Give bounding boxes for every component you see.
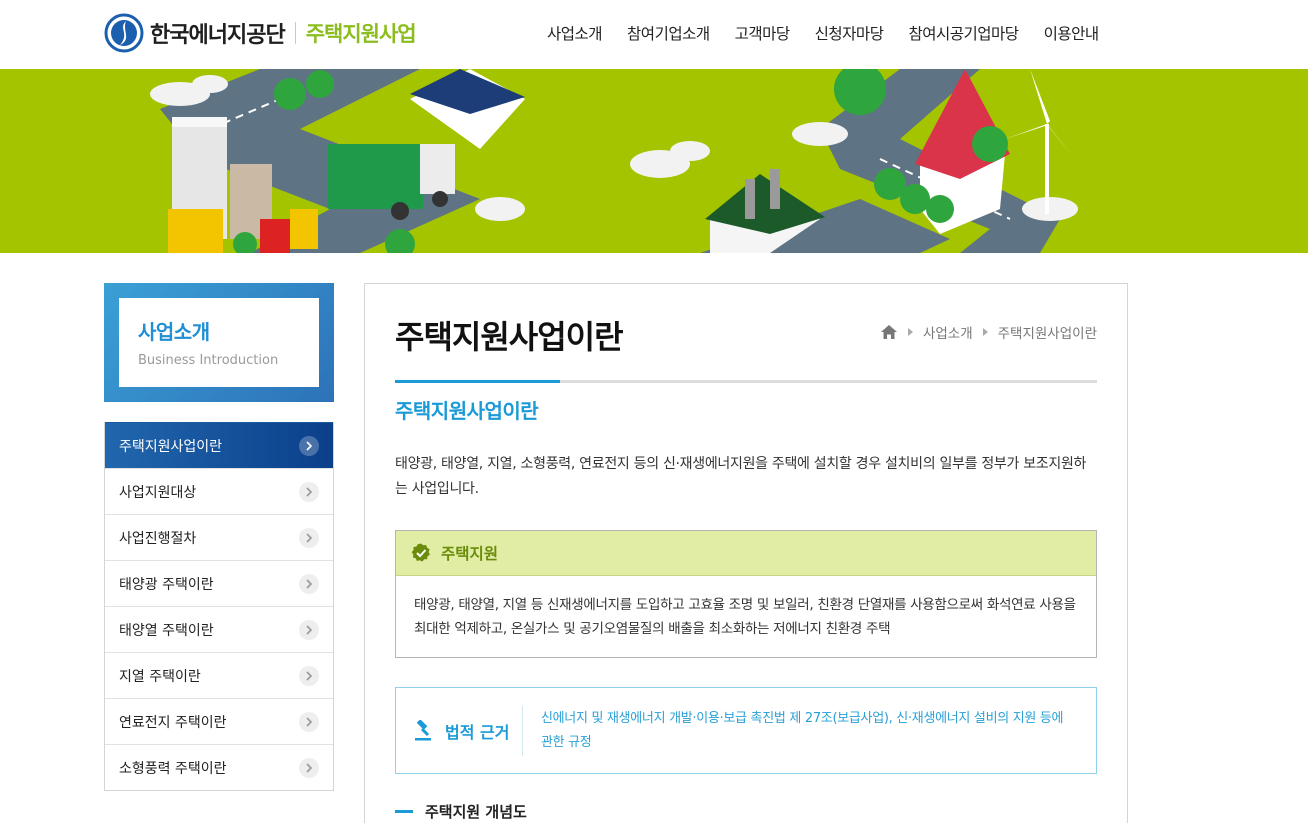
nav-item-guide[interactable]: 이용안내 bbox=[1044, 22, 1100, 44]
sidebar-menu: 주택지원사업이란 사업지원대상 사업진행절차 태양광 주택이란 태양열 주택이란… bbox=[104, 422, 334, 791]
support-box-header: 주택지원 bbox=[396, 531, 1096, 576]
nav-item-contractor[interactable]: 참여시공기업마당 bbox=[908, 22, 1019, 44]
concept-diagram-heading: 주택지원 개념도 bbox=[395, 801, 527, 822]
sidebar-item-label: 연료전지 주택이란 bbox=[119, 714, 227, 731]
concept-diagram-title: 주택지원 개념도 bbox=[425, 803, 527, 821]
home-icon[interactable] bbox=[880, 324, 898, 340]
breadcrumb-separator-icon bbox=[982, 328, 988, 336]
sidebar-item-label: 태양열 주택이란 bbox=[119, 622, 214, 639]
hero-banner bbox=[0, 69, 1308, 253]
site-logo[interactable]: 한국에너지공단 주택지원사업 bbox=[104, 13, 417, 53]
main-nav: 사업소개 참여기업소개 고객마당 신청자마당 참여시공기업마당 이용안내 bbox=[547, 22, 1124, 44]
nav-item-companies[interactable]: 참여기업소개 bbox=[627, 22, 710, 44]
chevron-right-icon bbox=[299, 711, 319, 732]
breadcrumb: 사업소개 주택지원사업이란 bbox=[880, 322, 1097, 342]
site-header: 한국에너지공단 주택지원사업 사업소개 참여기업소개 고객마당 신청자마당 참여… bbox=[0, 0, 1308, 69]
sidebar-title: 사업소개 bbox=[138, 320, 210, 344]
chevron-right-icon bbox=[299, 619, 319, 640]
sidebar-item-procedure[interactable]: 사업진행절차 bbox=[105, 514, 333, 560]
org-name: 한국에너지공단 bbox=[150, 23, 286, 48]
legal-box-header: 법적 근거 bbox=[396, 705, 523, 756]
sidebar-item-geothermal[interactable]: 지열 주택이란 bbox=[105, 652, 333, 698]
sidebar-item-about[interactable]: 주택지원사업이란 bbox=[105, 422, 333, 468]
check-badge-icon bbox=[411, 543, 430, 562]
sidebar-item-fuel-cell[interactable]: 연료전지 주택이란 bbox=[105, 698, 333, 744]
kea-logo-icon bbox=[104, 13, 144, 53]
legal-box-title: 법적 근거 bbox=[445, 722, 510, 742]
sidebar-header-card: 사업소개 Business Introduction bbox=[119, 298, 319, 387]
sidebar-item-label: 사업진행절차 bbox=[119, 530, 197, 547]
logo-divider bbox=[294, 22, 296, 44]
site-name: 주택지원사업 bbox=[305, 22, 417, 46]
chevron-right-icon bbox=[299, 527, 319, 548]
support-box-title: 주택지원 bbox=[441, 545, 499, 563]
section-tab-line bbox=[395, 380, 1097, 383]
sidebar-item-label: 사업지원대상 bbox=[119, 484, 197, 501]
sidebar-item-label: 태양광 주택이란 bbox=[119, 576, 214, 593]
sidebar-item-label: 주택지원사업이란 bbox=[119, 438, 223, 455]
main-content: 주택지원사업이란 사업소개 주택지원사업이란 주택지원사업이란 태양광, 태양열… bbox=[364, 283, 1128, 823]
chevron-right-icon bbox=[299, 665, 319, 686]
intro-text: 태양광, 태양열, 지열, 소형풍력, 연료전지 등의 신·재생에너지원을 주택… bbox=[395, 456, 1087, 497]
legal-basis-box: 법적 근거 신에너지 및 재생에너지 개발·이용·보급 촉진법 제 27조(보급… bbox=[395, 687, 1097, 774]
breadcrumb-item-current: 주택지원사업이란 bbox=[997, 326, 1097, 342]
nav-item-customer[interactable]: 고객마당 bbox=[735, 22, 791, 44]
breadcrumb-separator-icon bbox=[907, 328, 913, 336]
chevron-right-icon bbox=[299, 573, 319, 594]
legal-box-body: 신에너지 및 재생에너지 개발·이용·보급 촉진법 제 27조(보급사업), 신… bbox=[540, 710, 1064, 750]
city-illustration bbox=[150, 69, 1078, 253]
chevron-right-icon bbox=[299, 435, 319, 456]
chevron-right-icon bbox=[299, 757, 319, 778]
sidebar-item-eligibility[interactable]: 사업지원대상 bbox=[105, 468, 333, 514]
nav-item-business-intro[interactable]: 사업소개 bbox=[547, 22, 603, 44]
section-tab-active-indicator bbox=[395, 380, 560, 383]
sidebar-item-label: 소형풍력 주택이란 bbox=[119, 760, 227, 777]
sidebar-item-solar-thermal[interactable]: 태양열 주택이란 bbox=[105, 606, 333, 652]
page-title: 주택지원사업이란 bbox=[395, 318, 624, 356]
support-box-body: 태양광, 태양열, 지열 등 신재생에너지를 도입하고 고효율 조명 및 보일러… bbox=[414, 597, 1076, 637]
chevron-right-icon bbox=[299, 481, 319, 502]
sidebar-item-solar-pv[interactable]: 태양광 주택이란 bbox=[105, 560, 333, 606]
section-title: 주택지원사업이란 bbox=[395, 399, 539, 423]
breadcrumb-item-business-intro[interactable]: 사업소개 bbox=[923, 322, 973, 342]
nav-item-applicant[interactable]: 신청자마당 bbox=[815, 22, 884, 44]
sidebar-item-small-wind[interactable]: 소형풍력 주택이란 bbox=[105, 744, 333, 790]
sidebar-header: 사업소개 Business Introduction bbox=[104, 283, 334, 402]
support-definition-box: 주택지원 태양광, 태양열, 지열 등 신재생에너지를 도입하고 고효율 조명 … bbox=[395, 530, 1097, 658]
gavel-icon bbox=[415, 719, 431, 740]
sidebar-title-en: Business Introduction bbox=[138, 353, 279, 368]
sidebar-item-label: 지열 주택이란 bbox=[119, 668, 201, 685]
